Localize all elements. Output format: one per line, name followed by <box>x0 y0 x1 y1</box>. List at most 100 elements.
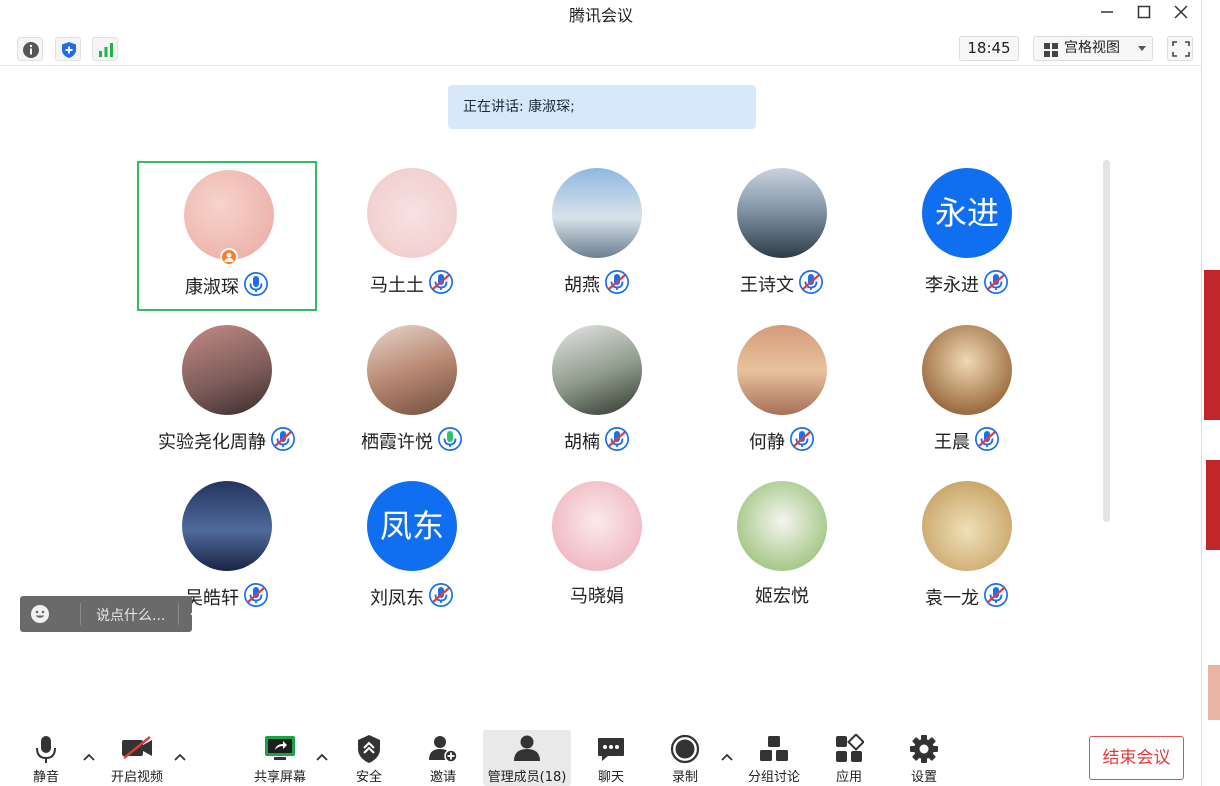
chat-input-placeholder[interactable]: 说点什么... <box>96 605 165 625</box>
avatar <box>367 325 457 415</box>
mic-on-icon <box>438 427 462 451</box>
participant-name-line: 康淑琛 <box>139 271 315 299</box>
settings-label: 设置 <box>910 770 937 785</box>
chat-icon <box>598 738 624 761</box>
share-label: 共享屏幕 <box>253 770 306 785</box>
participant-tile[interactable]: 胡燕 <box>507 161 687 311</box>
participant-tile[interactable]: 胡楠 <box>507 318 687 468</box>
view-mode-label: 宫格视图 <box>1064 40 1120 56</box>
participant-tile[interactable]: 马土土 <box>322 161 502 311</box>
participant-name: 刘凤东 <box>370 588 424 609</box>
mic-muted-icon <box>605 270 629 294</box>
mic-on-icon <box>244 272 268 296</box>
participant-name-line: 姬宏悦 <box>692 582 872 608</box>
chevron-up-icon[interactable] <box>316 752 328 762</box>
microphone-icon <box>36 736 56 763</box>
invite-button[interactable]: 邀请 <box>420 730 466 786</box>
fullscreen-button[interactable] <box>1167 36 1193 61</box>
quick-chat-box[interactable]: 说点什么... <box>20 596 199 632</box>
info-icon <box>23 42 39 58</box>
avatar <box>552 325 642 415</box>
host-badge-icon <box>220 248 238 266</box>
fullscreen-icon <box>1172 41 1190 57</box>
participant-tile[interactable]: 王诗文 <box>692 161 872 311</box>
participant-tile[interactable]: 康淑琛 <box>137 161 317 311</box>
security-shield-icon <box>358 735 380 763</box>
participant-name: 吴皓轩 <box>185 588 239 609</box>
avatar <box>367 168 457 258</box>
avatar <box>182 325 272 415</box>
security-button[interactable]: 安全 <box>346 730 392 786</box>
avatar <box>184 170 274 260</box>
minimize-button[interactable] <box>1088 0 1124 24</box>
network-status-button[interactable] <box>92 37 118 61</box>
minimize-icon <box>1101 11 1113 13</box>
participant-tile[interactable]: 王晨 <box>877 318 1057 468</box>
meeting-info-button[interactable] <box>17 37 43 61</box>
settings-button[interactable]: 设置 <box>901 730 947 786</box>
emoji-icon <box>31 605 49 623</box>
participant-name-line: 胡燕 <box>507 269 687 297</box>
avatar <box>922 481 1012 571</box>
participant-tile[interactable]: 何静 <box>692 318 872 468</box>
maximize-button[interactable] <box>1125 0 1161 24</box>
participant-tile[interactable]: 实验尧化周静 <box>137 318 317 468</box>
signal-icon <box>99 43 113 57</box>
participant-tile[interactable]: 马晓娟 <box>507 474 687 624</box>
apps-button[interactable]: 应用 <box>826 730 872 786</box>
participant-tile[interactable]: 栖霞许悦 <box>322 318 502 468</box>
participant-name: 何静 <box>749 432 785 453</box>
view-mode-dropdown[interactable]: 宫格视图 <box>1033 36 1153 61</box>
participant-tile[interactable]: 凤东 刘凤东 <box>322 474 502 624</box>
active-speaker-banner: 正在讲话: 康淑琛; <box>448 85 756 129</box>
security-label: 安全 <box>355 770 382 785</box>
avatar <box>552 481 642 571</box>
avatar-initials: 永进 <box>922 168 1012 258</box>
record-button[interactable]: 录制 <box>662 730 708 786</box>
avatar <box>737 481 827 571</box>
participant-name: 马土土 <box>370 275 424 296</box>
participant-name: 李永进 <box>925 275 979 296</box>
grid-scrollbar[interactable] <box>1103 160 1110 522</box>
chevron-up-icon[interactable] <box>174 752 186 762</box>
mic-muted-icon <box>429 270 453 294</box>
share-screen-button[interactable]: 共享屏幕 <box>250 730 310 786</box>
participant-name: 实验尧化周静 <box>158 432 266 453</box>
breakout-rooms-button[interactable]: 分组讨论 <box>744 730 804 786</box>
mic-muted-icon <box>799 270 823 294</box>
participant-tile[interactable]: 袁一龙 <box>877 474 1057 624</box>
chevron-down-icon <box>1138 46 1146 51</box>
avatar <box>737 325 827 415</box>
title-bar: 腾讯会议 <box>0 0 1202 26</box>
participant-name: 马晓娟 <box>570 586 624 607</box>
end-meeting-button[interactable]: 结束会议 <box>1089 736 1184 780</box>
video-label: 开启视频 <box>110 770 163 785</box>
mute-button[interactable]: 静音 <box>20 730 72 786</box>
mute-label: 静音 <box>32 770 59 785</box>
close-icon <box>1174 5 1188 19</box>
apps-label: 应用 <box>835 770 862 785</box>
participant-tile[interactable]: 永进 李永进 <box>877 161 1057 311</box>
participant-name-line: 刘凤东 <box>322 582 502 610</box>
mic-muted-icon <box>244 583 268 607</box>
participant-name-line: 马晓娟 <box>507 582 687 608</box>
gear-icon <box>910 735 938 763</box>
grid-view-icon <box>1044 43 1058 57</box>
participant-tile[interactable]: 姬宏悦 <box>692 474 872 624</box>
video-button[interactable]: 开启视频 <box>104 730 170 786</box>
participant-name: 王晨 <box>934 432 970 453</box>
chevron-up-icon[interactable] <box>83 752 95 762</box>
participant-name-line: 实验尧化周静 <box>137 426 317 454</box>
chevron-up-icon[interactable] <box>721 752 733 762</box>
chat-button[interactable]: 聊天 <box>588 730 634 786</box>
meeting-clock: 18:45 <box>959 36 1019 61</box>
window-title: 腾讯会议 <box>568 6 633 25</box>
participant-name-line: 马土土 <box>322 269 502 297</box>
security-status-button[interactable] <box>55 37 81 61</box>
manage-members-button[interactable]: 管理成员(18) <box>483 730 571 786</box>
close-button[interactable] <box>1162 0 1198 24</box>
participant-name: 王诗文 <box>740 275 794 296</box>
apps-icon <box>836 734 864 762</box>
participant-name: 胡楠 <box>564 432 600 453</box>
share-screen-icon <box>265 736 295 760</box>
